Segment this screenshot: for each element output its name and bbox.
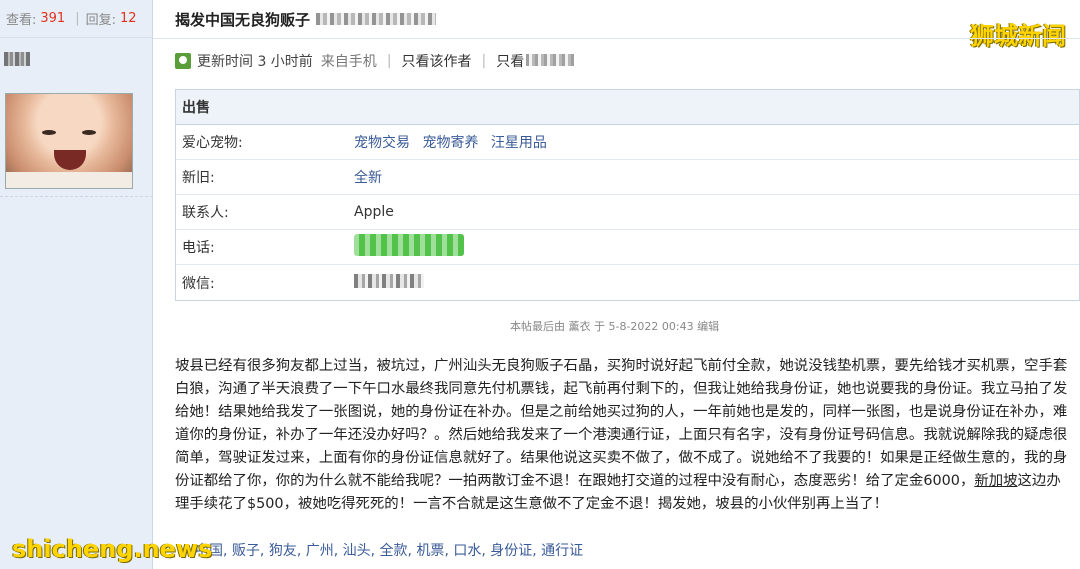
- watermark-top: 狮城新闻: [970, 22, 1066, 50]
- sale-row-contact: 联系人: Apple: [176, 195, 1079, 230]
- condition-link[interactable]: 全新: [354, 170, 382, 186]
- avatar[interactable]: [5, 93, 133, 189]
- category-link[interactable]: 汪星用品: [491, 135, 547, 151]
- replies-count: 12: [120, 11, 137, 26]
- sale-label: 联系人:: [182, 205, 229, 221]
- tag-link[interactable]: 贩子: [232, 543, 260, 559]
- post-title-row: 揭发中国无良狗贩子: [175, 6, 437, 32]
- contact-name: Apple: [354, 204, 394, 220]
- sale-row-condition: 新旧: 全新: [176, 160, 1079, 195]
- category-link[interactable]: 宠物交易: [354, 135, 410, 151]
- sale-info-table: 出售 爱心宠物: 宠物交易 宠物寄养 汪星用品 新旧: 全新 联系人: Appl…: [175, 89, 1080, 301]
- only-view-link[interactable]: 只看: [496, 51, 575, 71]
- tag-link[interactable]: 口水: [453, 543, 481, 559]
- sale-label: 电话:: [182, 240, 215, 256]
- only-view-label: 只看: [496, 54, 525, 70]
- wechat-blurred: [354, 273, 424, 288]
- avatar-eye-left: [42, 130, 56, 135]
- stats-divider: |: [75, 11, 80, 26]
- sale-row-category: 爱心宠物: 宠物交易 宠物寄养 汪星用品: [176, 125, 1079, 160]
- post-content: 坡县已经有很多狗友都上过当，被坑过，广州汕头无良狗贩子石晶，买狗时说好起飞前付全…: [175, 355, 1070, 516]
- author-sidebar: 查看: 391 | 回复: 12: [0, 0, 153, 569]
- avatar-shirt: [6, 172, 132, 188]
- edit-note: 本帖最后由 薰衣 于 5-8-2022 00:43 编辑: [510, 320, 720, 333]
- sale-row-wechat: 微信:: [176, 265, 1079, 300]
- sale-header: 出售: [176, 90, 1079, 125]
- meta-divider: |: [481, 53, 487, 69]
- tag-link[interactable]: 身份证: [490, 543, 532, 559]
- author-name-blurred[interactable]: [4, 52, 30, 66]
- only-view-blurred: [526, 54, 575, 66]
- title-divider: [153, 38, 1080, 39]
- post-stats: 查看: 391 | 回复: 12: [0, 0, 152, 38]
- sale-label: 新旧:: [182, 170, 215, 186]
- tag-link[interactable]: 通行证: [541, 543, 583, 559]
- sale-row-phone: 电话:: [176, 230, 1079, 265]
- post-title: 揭发中国无良狗贩子: [175, 10, 311, 29]
- content-text: 坡县已经有很多狗友都上过当，被坑过，广州汕头无良狗贩子石晶，买狗时说好起飞前付全…: [175, 358, 1068, 489]
- avatar-eye-right: [82, 130, 96, 135]
- phone-blurred: [354, 234, 464, 256]
- sale-label: 微信:: [182, 275, 215, 292]
- only-author-link[interactable]: 只看该作者: [402, 51, 472, 71]
- avatar-mouth: [54, 150, 86, 170]
- post-source: 来自手机: [320, 54, 377, 70]
- tags-row: 中国, 贩子, 狗友, 广州, 汕头, 全款, 机票, 口水, 身份证, 通行证: [195, 543, 584, 559]
- post-main: 揭发中国无良狗贩子 狮城新闻 更新时间 3 小时前 来自手机 | 只看该作者 |…: [153, 0, 1080, 569]
- replies-label: 回复:: [85, 13, 116, 28]
- singapore-link[interactable]: 新加坡: [974, 473, 1017, 489]
- tag-link[interactable]: 全款: [380, 543, 408, 559]
- views-label: 查看:: [6, 13, 37, 28]
- update-icon: [175, 53, 191, 69]
- sale-label: 爱心宠物:: [182, 135, 243, 151]
- title-blurred-suffix: [316, 13, 437, 25]
- tag-link[interactable]: 机票: [416, 543, 444, 559]
- sale-value: 全新: [354, 167, 390, 187]
- views-count: 391: [40, 11, 66, 26]
- sale-value: 宠物交易 宠物寄养 汪星用品: [354, 132, 555, 152]
- meta-divider: |: [386, 53, 392, 69]
- sale-value: [354, 273, 424, 292]
- tag-link[interactable]: 广州: [306, 543, 334, 559]
- update-time: 更新时间 3 小时前: [197, 54, 313, 70]
- sidebar-divider: [0, 196, 153, 197]
- sale-value: [354, 234, 464, 260]
- tag-link[interactable]: 汕头: [343, 543, 371, 559]
- post-meta: 更新时间 3 小时前 来自手机 | 只看该作者 | 只看: [175, 50, 575, 72]
- watermark-bottom: shicheng.news: [12, 535, 213, 563]
- tag-link[interactable]: 狗友: [269, 543, 297, 559]
- category-link[interactable]: 宠物寄养: [422, 135, 478, 151]
